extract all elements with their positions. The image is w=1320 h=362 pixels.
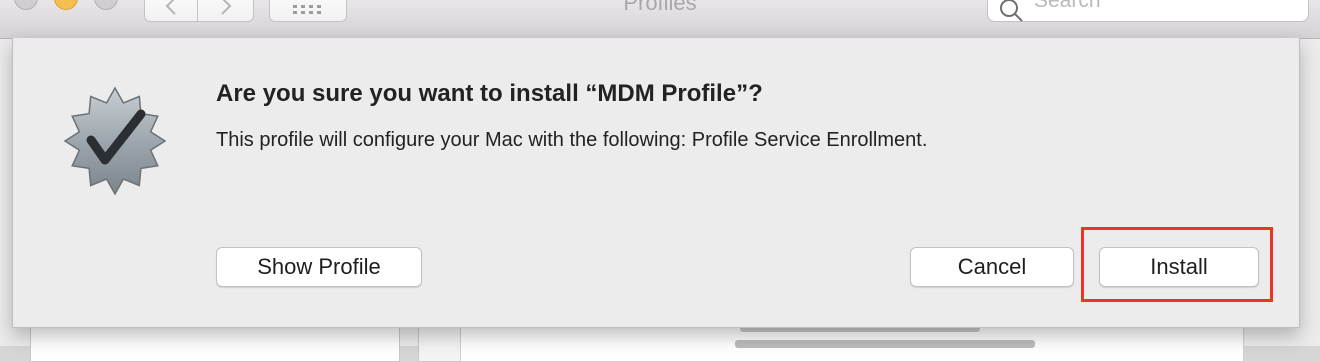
minimize-window-button[interactable] xyxy=(54,0,78,10)
close-window-button[interactable] xyxy=(14,0,38,10)
title-bar: Profiles Search xyxy=(0,0,1320,39)
install-button[interactable]: Install xyxy=(1099,247,1259,287)
search-icon xyxy=(1000,0,1023,22)
install-profile-sheet: Are you sure you want to install “MDM Pr… xyxy=(12,38,1300,328)
search-field[interactable]: Search xyxy=(987,0,1309,22)
search-placeholder: Search xyxy=(1034,0,1101,12)
show-profile-button[interactable]: Show Profile xyxy=(216,247,422,287)
show-all-button[interactable] xyxy=(269,0,347,22)
back-button[interactable] xyxy=(144,0,198,22)
zoom-window-button[interactable] xyxy=(94,0,118,10)
system-preferences-window: Profiles Search Are you sure you want to… xyxy=(0,0,1320,362)
chevron-left-icon xyxy=(165,0,176,15)
window-title: Profiles xyxy=(623,0,697,15)
forward-button[interactable] xyxy=(198,0,254,22)
obscured-detail-text xyxy=(735,340,1035,348)
cancel-button[interactable]: Cancel xyxy=(910,247,1074,287)
chevron-right-icon xyxy=(220,0,231,15)
verified-badge-checkmark-icon xyxy=(63,86,167,196)
dialog-heading: Are you sure you want to install “MDM Pr… xyxy=(216,80,763,107)
dialog-message: This profile will configure your Mac wit… xyxy=(216,129,928,151)
grid-icon xyxy=(293,5,321,14)
